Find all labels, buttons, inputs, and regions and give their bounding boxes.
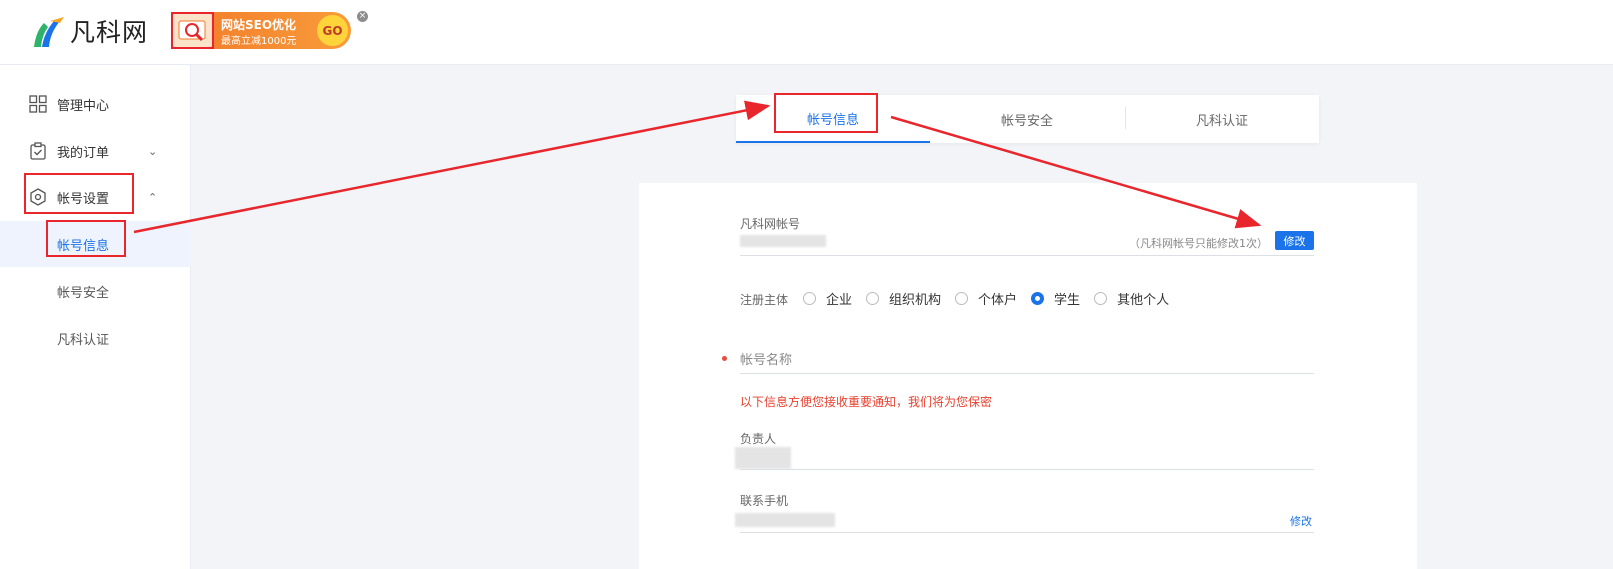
annotation-arrows bbox=[133, 100, 1262, 234]
arrow-to-edit-button bbox=[890, 115, 1262, 229]
arrow-to-tab bbox=[133, 100, 771, 234]
